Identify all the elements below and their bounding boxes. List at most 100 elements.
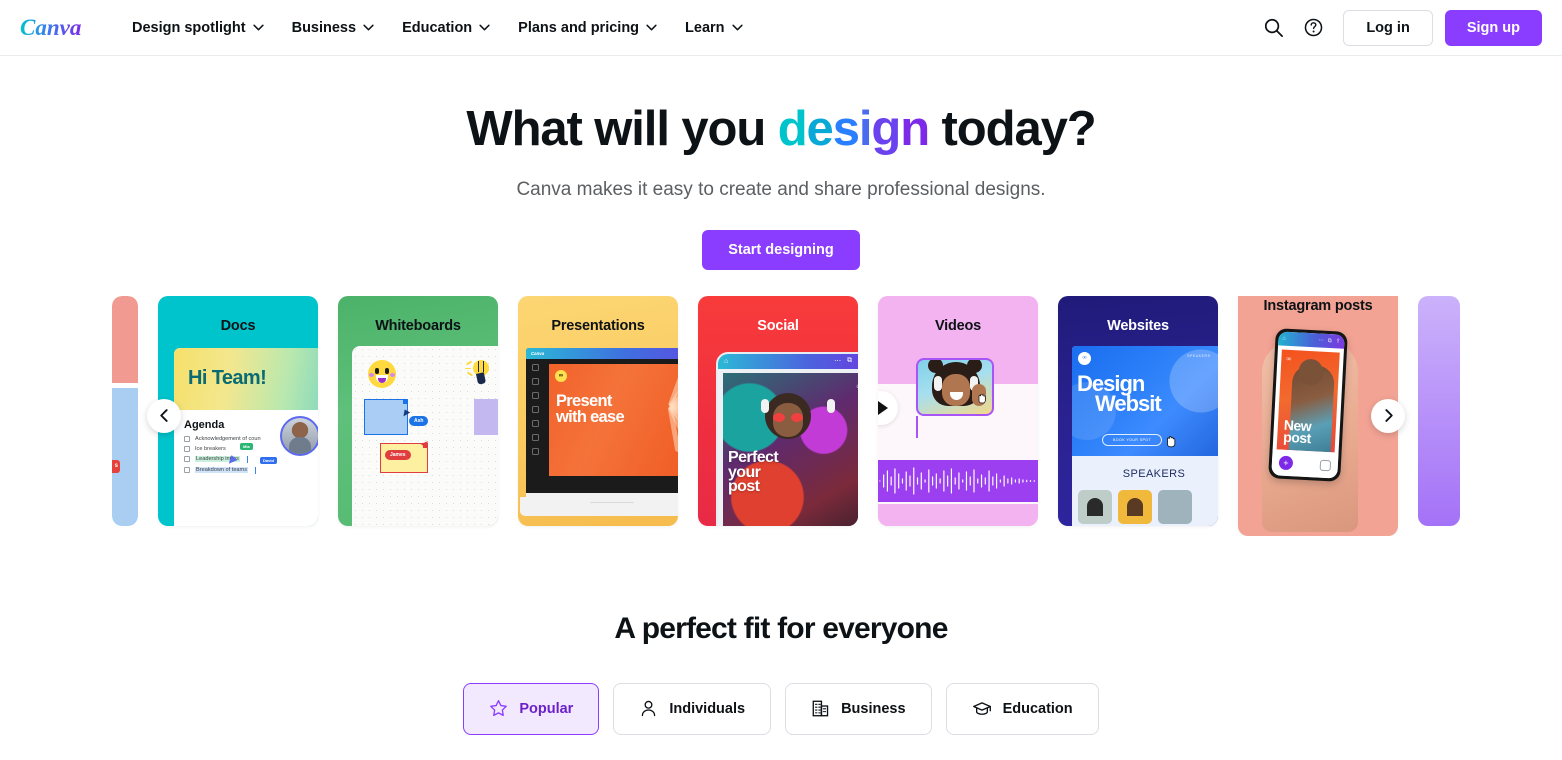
card-title: Videos [934,317,982,334]
carousel-next-button[interactable] [1371,398,1405,433]
nav-item-plans-and-pricing[interactable]: Plans and pricing [504,12,671,44]
agenda-item-label: Breakdown of teams [195,467,248,474]
more-icon: ⋯ [834,358,842,366]
canva-logo[interactable]: Canva [20,13,96,43]
speaker-avatar [1118,489,1152,524]
agenda-item: Leadership intros [184,455,318,463]
carousel-card-presentations[interactable]: Presentations Canva ∞ Present with ease [518,295,678,526]
search-button[interactable] [1253,8,1293,48]
carousel-card-social[interactable]: Social ⌂ ⋯ ⧉ ⇪ ∞ [698,295,858,526]
start-designing-button[interactable]: Start designing [702,229,860,270]
canva-watermark: ∞ [857,381,858,391]
phone-screen: ⌂ ⋯ ⧉ ⇪ ∞ New post + [1271,331,1345,479]
card-title: Presentations [551,317,645,334]
carousel-card-partial-right[interactable] [1418,295,1460,526]
carousel-card-videos[interactable]: Videos [878,295,1038,526]
collaborator-tag-david: David [260,456,277,464]
headphone-right [827,398,835,413]
headphone-left [761,398,769,413]
post-line-3: post [728,478,760,496]
tab-business[interactable]: Business [785,682,932,735]
signup-button[interactable]: Sign up [1444,9,1542,46]
nav-label: Education [402,19,473,36]
speaker-avatar [1078,489,1112,524]
slide-text: Present with ease [556,393,625,425]
laptop-screen: Canva ∞ Present with ease [526,347,678,498]
website-hero-text: Design Websit [1077,372,1162,417]
hero-section: What will you design today? Canva makes … [0,56,1562,270]
card-title: Websites [1107,317,1169,334]
person-icon [642,701,656,717]
site-cta-button[interactable]: BOOK YOUR SPOT [1102,433,1163,446]
carousel-card-whiteboards[interactable]: Whiteboards Ash James [338,295,498,526]
hero-title-letter: g [871,102,901,156]
carousel-card-websites[interactable]: Websites ∞ SPEAKERS SPEAK Design Websit … [1058,295,1219,526]
editor-sidebar [526,358,545,482]
lightbulb-icon [465,358,494,388]
help-circle-icon [1304,18,1323,37]
section-heading: A perfect fit for everyone [614,611,948,645]
editor-topbar: Canva [526,347,678,359]
agenda-item-label: Acknowledgement of coun [195,435,261,442]
add-button-icon[interactable]: + [1278,455,1294,471]
post-line-2: post [1282,429,1312,447]
collaborator-tag-ash: Ash [409,415,429,426]
post-photo: ∞ New post [1276,349,1340,453]
decorative-fan [624,363,678,453]
copy-icon: ⧉ [847,357,853,365]
videos-footer-bg [878,507,1038,526]
slide-canvas: ∞ Present with ease [549,363,678,476]
phone-appbar: ⌂ ⋯ ⧉ ⇪ [1278,331,1345,349]
collaborator-tag-mia: Mia [240,442,253,450]
docs-heading: Hi Team! [188,367,267,390]
audience-filter-tabs: Popular Individuals Business Education [0,682,1562,735]
nav-label: Design spotlight [132,19,246,36]
hero-title-part1: What will you [466,102,778,156]
nav-item-education[interactable]: Education [388,12,504,44]
pointer-cursor-icon [1164,434,1178,448]
card-title: Instagram posts [1263,297,1373,314]
camera-icon[interactable] [1319,459,1332,471]
video-thumbnail [916,357,994,416]
editor-app-name: Canva [531,350,545,356]
home-icon: ⌂ [724,357,729,365]
carousel-prev-button[interactable] [147,398,181,433]
carousel-card-docs[interactable]: Docs Hi Team! Agenda Acknowledgement of … [158,295,318,526]
checkbox-icon [184,467,190,474]
hero-title-part2: today? [929,102,1097,156]
carousel-card-partial-left[interactable]: s [112,295,138,526]
nav-label: Business [291,19,357,36]
checkbox-icon [184,456,190,463]
tab-education[interactable]: Education [945,682,1099,735]
nav-item-business[interactable]: Business [278,12,388,44]
sunglasses-icon [773,412,803,422]
checkbox-icon [184,445,190,452]
site-nav-item: SPEAK [1218,354,1219,358]
speakers-row [1078,489,1218,524]
hero-title-letter: n [900,102,930,156]
star-icon [490,700,508,717]
home-icon: ⌂ [1282,335,1286,342]
chevron-down-icon [479,24,490,31]
chevron-down-icon [731,24,743,31]
tab-label: Popular [519,700,574,717]
help-button[interactable] [1293,8,1333,48]
site-line-2: Websit [1095,391,1162,417]
speaker-avatar [1158,489,1192,524]
login-button[interactable]: Log in [1343,9,1433,46]
chevron-down-icon [252,24,264,31]
nav-label: Learn [685,19,725,36]
search-icon [1264,18,1283,37]
tab-popular[interactable]: Popular [463,682,600,735]
canva-watermark: ∞ [1286,354,1292,363]
audio-waveform [878,459,1038,502]
canva-badge-icon: ∞ [555,369,567,382]
card-title: Whiteboards [375,317,461,334]
agenda-item-label: Ice breakers [195,445,226,452]
post-text: New post [1282,416,1312,447]
tab-individuals[interactable]: Individuals [613,682,772,735]
nav-item-design-spotlight[interactable]: Design spotlight [118,12,278,44]
chevron-down-icon [363,24,374,31]
nav-item-learn[interactable]: Learn [671,12,757,44]
docs-agenda: Agenda Acknowledgement of coun Ice break… [174,410,318,474]
